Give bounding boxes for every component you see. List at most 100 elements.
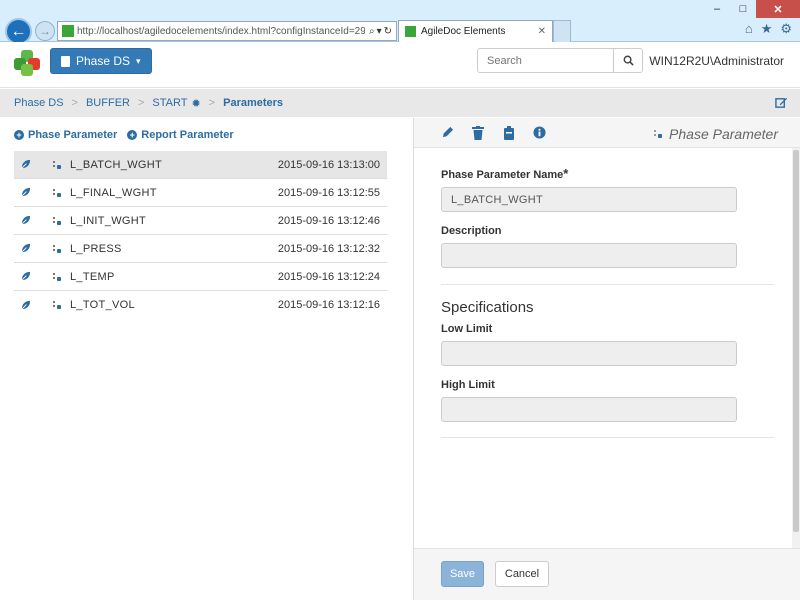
- breadcrumb-buffer[interactable]: BUFFER: [86, 97, 130, 109]
- breadcrumb-start[interactable]: START: [152, 97, 187, 109]
- arrow-left-icon: ←: [10, 22, 27, 40]
- cancel-button[interactable]: Cancel: [495, 561, 549, 587]
- list-item[interactable]: L_BATCH_WGHT 2015-09-16 13:13:00: [14, 151, 387, 179]
- close-window-button[interactable]: ✕: [756, 0, 800, 18]
- plus-circle-icon: +: [14, 130, 24, 140]
- minimize-button[interactable]: –: [704, 0, 730, 18]
- arrow-right-icon: →: [39, 24, 51, 38]
- add-report-parameter-link[interactable]: + Report Parameter: [127, 129, 234, 141]
- home-icon[interactable]: ⌂: [745, 21, 753, 37]
- list-item[interactable]: L_INIT_WGHT 2015-09-16 13:12:46: [14, 207, 387, 235]
- parameter-list: L_BATCH_WGHT 2015-09-16 13:13:00 L_FINAL…: [14, 151, 387, 319]
- panel-title-text: Phase Parameter: [669, 126, 778, 142]
- info-icon[interactable]: [533, 126, 546, 142]
- scrollbar-thumb[interactable]: [793, 150, 799, 532]
- breadcrumb: Phase DS > BUFFER > START ✹ > Parameters: [0, 89, 800, 117]
- phase-ds-label: Phase DS: [76, 54, 131, 68]
- parameter-list-panel: + Phase Parameter + Report Parameter L_B…: [0, 118, 413, 600]
- parameter-type-icon: [52, 216, 64, 226]
- phase-ds-dropdown-button[interactable]: Phase DS ▾: [50, 48, 152, 74]
- add-phase-parameter-label: Phase Parameter: [28, 129, 118, 141]
- parameter-name: L_BATCH_WGHT: [70, 158, 163, 171]
- parameter-name: L_TOT_VOL: [70, 299, 135, 311]
- leaf-icon: [20, 243, 32, 254]
- refresh-icon[interactable]: ↻: [384, 26, 392, 37]
- current-user[interactable]: WIN12R2U\Administrator: [649, 54, 784, 68]
- description-field[interactable]: [441, 243, 737, 268]
- document-icon: [61, 55, 70, 67]
- clipboard-icon[interactable]: [503, 126, 515, 143]
- save-button[interactable]: Save: [441, 561, 484, 587]
- forward-button[interactable]: →: [35, 21, 55, 41]
- list-item[interactable]: L_PRESS 2015-09-16 13:12:32: [14, 235, 387, 263]
- address-url[interactable]: http://localhost/agiledocelements/index.…: [77, 26, 365, 37]
- app-logo[interactable]: [14, 50, 40, 76]
- add-report-parameter-label: Report Parameter: [141, 129, 234, 141]
- edit-page-icon[interactable]: [775, 96, 788, 112]
- divider: [441, 284, 774, 285]
- parameter-date: 2015-09-16 13:12:32: [277, 242, 380, 255]
- favorites-star-icon[interactable]: ★: [761, 21, 773, 37]
- search-button[interactable]: [614, 48, 643, 73]
- settings-gear-icon[interactable]: ⚙: [780, 21, 792, 37]
- high-limit-label: High Limit: [441, 379, 495, 391]
- leaf-icon: [20, 159, 32, 170]
- dropdown-icon[interactable]: ▾: [377, 26, 382, 37]
- form-footer: Save Cancel: [414, 548, 800, 600]
- parameter-date: 2015-09-16 13:12:55: [277, 186, 380, 199]
- name-field-label: Phase Parameter Name*: [441, 166, 569, 181]
- add-phase-parameter-link[interactable]: + Phase Parameter: [14, 129, 117, 141]
- parameter-type-icon: [52, 188, 64, 198]
- parameter-type-icon: [653, 126, 663, 142]
- search-input[interactable]: [477, 48, 614, 73]
- trash-icon[interactable]: [472, 126, 484, 143]
- parameter-name: L_INIT_WGHT: [70, 214, 147, 227]
- parameter-date: 2015-09-16 13:12:16: [277, 299, 380, 311]
- window-controls: – □ ✕: [704, 0, 800, 18]
- breadcrumb-phase-ds[interactable]: Phase DS: [14, 97, 64, 109]
- gear-icon: ✹: [191, 97, 201, 110]
- tab-title: AgileDoc Elements: [421, 26, 506, 37]
- leaf-icon: [20, 215, 32, 226]
- list-item[interactable]: L_FINAL_WGHT 2015-09-16 13:12:55: [14, 179, 387, 207]
- list-item[interactable]: L_TEMP 2015-09-16 13:12:24: [14, 263, 387, 291]
- parameter-type-icon: [52, 160, 64, 170]
- new-tab-button[interactable]: [553, 20, 571, 42]
- phase-parameter-name-field[interactable]: [441, 187, 737, 212]
- parameter-type-icon: [52, 244, 64, 254]
- list-item[interactable]: L_TOT_VOL 2015-09-16 13:12:16: [14, 291, 387, 319]
- search-icon[interactable]: ⌕: [369, 26, 375, 37]
- parameter-date: 2015-09-16 13:12:46: [277, 214, 380, 227]
- leaf-icon: [20, 187, 32, 198]
- tab-favicon-icon: [405, 26, 416, 37]
- parameter-form: Phase Parameter Name* Description Specif…: [414, 149, 800, 548]
- divider: [441, 437, 774, 438]
- magnifier-icon: [623, 55, 634, 66]
- parameter-name: L_FINAL_WGHT: [70, 186, 157, 199]
- parameter-type-icon: [52, 272, 64, 282]
- browser-chrome: – □ ✕ ← → http://localhost/agiledoceleme…: [0, 0, 800, 45]
- browser-tab-active[interactable]: AgileDoc Elements ✕: [398, 20, 553, 42]
- high-limit-field[interactable]: [441, 397, 737, 422]
- parameter-name: L_PRESS: [70, 242, 122, 255]
- parameter-date: 2015-09-16 13:13:00: [277, 158, 380, 171]
- required-mark: *: [563, 166, 569, 181]
- parameter-detail-panel: Phase Parameter Phase Parameter Name* De…: [413, 118, 800, 600]
- specifications-heading: Specifications: [441, 299, 534, 316]
- caret-down-icon: ▾: [136, 55, 141, 66]
- low-limit-label: Low Limit: [441, 323, 493, 335]
- plus-circle-icon: +: [127, 130, 138, 140]
- address-bar[interactable]: http://localhost/agiledocelements/index.…: [57, 21, 397, 41]
- form-scrollbar[interactable]: [792, 148, 800, 548]
- panel-title: Phase Parameter: [653, 126, 778, 142]
- maximize-button[interactable]: □: [730, 0, 756, 18]
- tab-close-icon[interactable]: ✕: [538, 26, 546, 37]
- leaf-icon: [20, 300, 32, 311]
- back-button[interactable]: ←: [5, 18, 32, 45]
- pencil-icon[interactable]: [441, 126, 454, 142]
- parameter-name: L_TEMP: [70, 270, 115, 283]
- app-navbar: Phase DS ▾ WIN12R2U\Administrator: [0, 42, 800, 88]
- low-limit-field[interactable]: [441, 341, 737, 366]
- detail-toolbar: Phase Parameter: [414, 118, 800, 148]
- site-favicon-icon: [62, 25, 74, 37]
